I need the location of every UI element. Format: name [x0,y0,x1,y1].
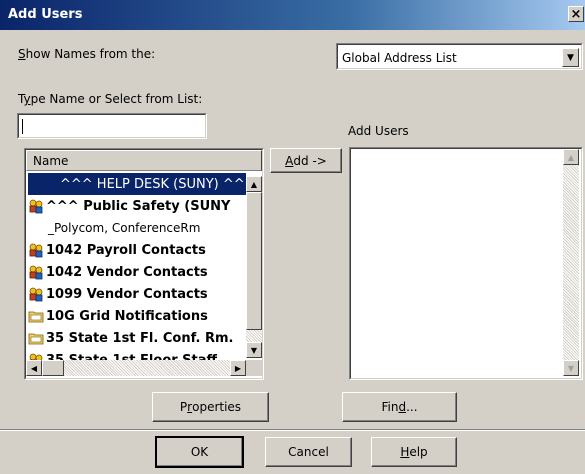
ok-button[interactable]: OK [155,436,244,468]
type-name-input[interactable] [17,113,207,139]
list-item-label: _Polycom, ConferenceRm [48,221,201,235]
arrow-up-icon: ▲ [567,152,575,162]
list-item[interactable]: 1099 Vendor Contacts [28,283,246,305]
arrow-down-icon: ▼ [250,345,258,355]
arrow-right-icon: ▶ [234,363,242,373]
list-item-label: 1099 Vendor Contacts [46,286,208,302]
add-users-list[interactable]: ▲ ▼ [349,147,583,380]
public-folder-icon [28,308,44,324]
title-bar[interactable]: Add Users × [0,0,585,30]
show-names-label: Show Names from the: [18,47,156,61]
list-item-label: 10G Grid Notifications [46,308,208,324]
add-button[interactable]: Add -> [270,148,342,173]
vertical-scroll-thumb[interactable] [246,192,262,330]
type-name-label: Type Name or Select from List: [18,92,203,106]
name-list[interactable]: Name ^^^ HELP DESK (SUNY) ^^^ ^^^ Public … [24,148,264,380]
distribution-list-icon [28,198,44,214]
list-item-label: 35 State 1st Fl. Conf. Rm. [46,330,234,346]
divider [0,429,585,431]
arrow-down-icon: ▼ [567,363,575,373]
list-item[interactable]: _Polycom, ConferenceRm [28,217,246,239]
arrow-up-icon: ▲ [250,179,258,189]
chevron-down-icon: ▼ [567,52,574,63]
scroll-down-button[interactable]: ▼ [246,342,262,358]
find-button[interactable]: Fin d... [342,392,457,422]
scrollbar-corner [246,360,262,376]
window-title: Add Users [8,7,83,22]
cancel-button[interactable]: Cancel [265,437,352,467]
list-item-label: 1042 Payroll Contacts [46,242,206,258]
scroll-right-button[interactable]: ▶ [230,360,246,376]
close-button[interactable]: × [568,6,584,22]
scroll-up-button[interactable]: ▲ [246,176,262,192]
list-item-label: ^^^ Public Safety (SUNY [46,198,231,214]
icon-spacer [28,176,58,192]
help-button[interactable]: Help [371,437,457,467]
list-item[interactable]: ^^^ Public Safety (SUNY [28,195,246,217]
list-item[interactable]: 35 State 1st Fl. Conf. Rm. [28,327,246,349]
add-users-scroll-up[interactable]: ▲ [563,149,579,165]
scroll-left-button[interactable]: ◀ [26,360,42,376]
close-icon: × [570,7,582,22]
list-item[interactable]: 1042 Vendor Contacts [28,261,246,283]
distribution-list-icon [28,286,44,302]
list-item[interactable]: 10G Grid Notifications [28,305,246,327]
add-users-scroll-down[interactable]: ▼ [563,360,579,376]
text-cursor [22,119,23,134]
list-item-label: ^^^ HELP DESK (SUNY) ^^^ [60,176,246,192]
dropdown-button[interactable]: ▼ [562,48,579,67]
properties-button[interactable]: Pr operties [152,392,269,422]
distribution-list-icon [28,264,44,280]
address-list-value: Global Address List [342,51,457,65]
distribution-list-icon [28,242,44,258]
name-column-header[interactable]: Name [26,150,262,171]
icon-spacer [28,220,46,236]
list-item[interactable]: 1042 Payroll Contacts [28,239,246,261]
list-item-label: 1042 Vendor Contacts [46,264,208,280]
arrow-left-icon: ◀ [30,363,38,373]
public-folder-icon [28,330,44,346]
horizontal-scroll-thumb[interactable] [42,360,64,376]
list-item[interactable]: ^^^ HELP DESK (SUNY) ^^^ [28,173,246,195]
add-users-label: Add Users [348,124,409,138]
add-users-scrollbar[interactable] [563,149,579,376]
address-list-select[interactable]: Global Address List ▼ [336,43,583,70]
